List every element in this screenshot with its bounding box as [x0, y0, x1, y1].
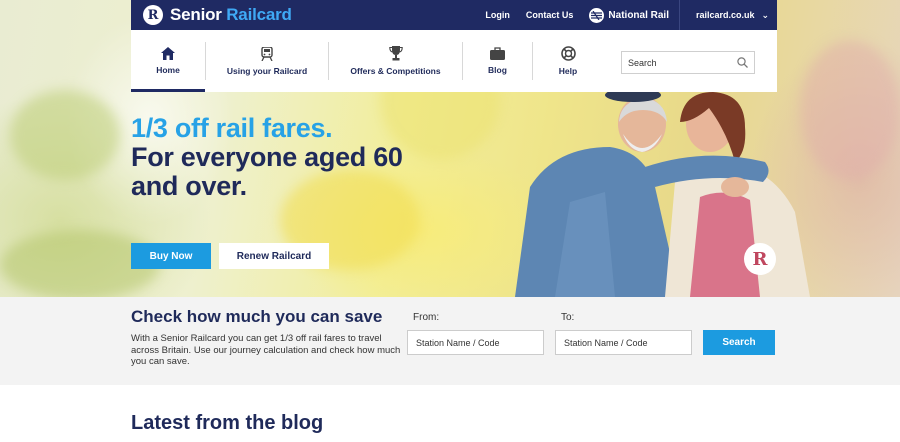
- from-station-input[interactable]: [407, 330, 544, 355]
- lifebuoy-icon: [560, 46, 576, 61]
- nav-item-using-your-railcard[interactable]: Using your Railcard: [206, 30, 328, 92]
- briefcase-icon: [490, 47, 505, 60]
- nav-item-offers-competitions[interactable]: Offers & Competitions: [329, 30, 462, 92]
- savings-description: With a Senior Railcard you can get 1/3 o…: [131, 333, 401, 367]
- site-search: [621, 51, 755, 74]
- search-input[interactable]: [628, 57, 737, 68]
- hero-headline-audience: For everyone aged 60 and over.: [131, 142, 403, 201]
- contact-us-link[interactable]: Contact Us: [526, 10, 574, 20]
- main-navigation: Home Using your Railcard Offers & Compet…: [131, 30, 777, 92]
- from-label: From:: [413, 312, 440, 323]
- nav-item-label: Home: [156, 65, 180, 75]
- blog-section-title: Latest from the blog: [131, 412, 324, 434]
- savings-title: Check how much you can save: [131, 307, 383, 326]
- brand-logo[interactable]: R Senior Railcard: [143, 5, 292, 25]
- site-selector-label: railcard.co.uk: [696, 10, 755, 20]
- search-icon[interactable]: [737, 57, 748, 68]
- nav-item-home[interactable]: Home: [131, 30, 205, 92]
- train-icon: [261, 46, 273, 61]
- journey-search-button[interactable]: Search: [703, 330, 775, 355]
- railcard-r-badge-icon: R: [744, 243, 776, 275]
- national-rail-logo[interactable]: National Rail: [589, 7, 669, 23]
- nav-item-blog[interactable]: Blog: [463, 30, 532, 92]
- home-icon: [161, 47, 175, 60]
- top-header-bar: R Senior Railcard Login Contact Us Natio…: [131, 0, 777, 30]
- to-label: To:: [561, 312, 575, 323]
- railcard-logo-icon: R: [143, 5, 163, 25]
- nav-item-label: Using your Railcard: [226, 65, 308, 76]
- chevron-down-icon: ⌄: [761, 9, 770, 20]
- nav-item-label: Help: [558, 66, 578, 76]
- trophy-icon: [388, 46, 403, 61]
- login-link[interactable]: Login: [485, 10, 510, 20]
- national-rail-icon: [589, 7, 605, 23]
- hero-couple-photo: [515, 92, 810, 297]
- hero-headline: 1/3 off rail fares. For everyone aged 60…: [131, 114, 431, 201]
- national-rail-label: National Rail: [608, 9, 669, 21]
- to-station-input[interactable]: [555, 330, 692, 355]
- brand-name: Senior Railcard: [170, 5, 292, 24]
- buy-now-button[interactable]: Buy Now: [131, 243, 211, 269]
- nav-item-label: Blog: [488, 65, 507, 75]
- hero-headline-offer: 1/3 off rail fares.: [131, 113, 333, 143]
- savings-calculator: Check how much you can save With a Senio…: [0, 297, 900, 385]
- nav-item-label: Offers & Competitions: [350, 66, 441, 76]
- nav-item-help[interactable]: Help: [533, 30, 603, 92]
- site-selector-dropdown[interactable]: railcard.co.uk ⌄: [679, 0, 777, 30]
- renew-railcard-button[interactable]: Renew Railcard: [219, 243, 329, 269]
